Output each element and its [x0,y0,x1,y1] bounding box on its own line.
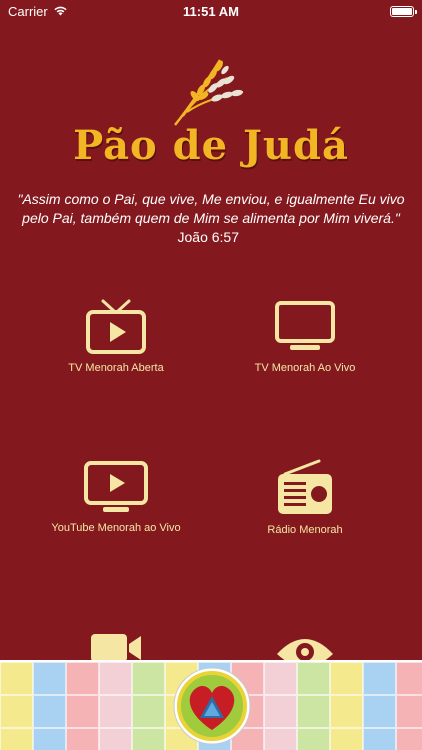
verse-reference: João 6:57 [177,229,240,245]
banner-tile [264,662,297,695]
banner-tile [132,662,165,695]
banner-tile [0,728,33,750]
banner-tile [297,728,330,750]
banner-tile [264,728,297,750]
youtube-play-icon [84,461,148,512]
banner-tile [33,662,66,695]
banner-tile [396,695,422,728]
monitor-icon [275,301,335,350]
menu-label: Rádio Menorah [267,524,343,536]
bottom-banner[interactable] [0,660,422,750]
menu-label: YouTube Menorah ao Vivo [51,522,181,534]
battery-icon [390,5,417,17]
logo-title: Pão de Judá [73,122,349,169]
wheat-icon [174,59,244,126]
banner-tile [297,662,330,695]
banner-tile [132,695,165,728]
banner-tile [363,662,396,695]
menu-tv-menorah-aberta[interactable]: TV Menorah Aberta [16,298,216,374]
app-logo: Pão de Judá [0,50,422,180]
banner-tile [396,728,422,750]
banner-tile [363,695,396,728]
menu-label: TV Menorah Aberta [68,362,164,374]
banner-tile [264,695,297,728]
banner-tile [33,728,66,750]
clock: 11:51 AM [183,3,239,19]
banner-tile [0,695,33,728]
banner-tile [330,662,363,695]
banner-tile [99,728,132,750]
banner-tile [66,662,99,695]
banner-tile [297,695,330,728]
video-camera-icon [91,634,141,662]
banner-tile [33,695,66,728]
menu-radio-menorah[interactable]: Rádio Menorah [205,458,405,536]
menu-tv-menorah-ao-vivo[interactable]: TV Menorah Ao Vivo [205,300,405,374]
banner-tile [396,662,422,695]
status-bar: Carrier 11:51 AM [0,0,422,22]
verse-quote: "Assim como o Pai, que vive, Me enviou, … [17,191,405,226]
radio-icon [278,459,332,514]
heart-logo-icon [173,667,251,745]
banner-tile [99,695,132,728]
banner-tile [363,728,396,750]
banner-tile [330,728,363,750]
banner-tile [66,695,99,728]
banner-tile [0,662,33,695]
menu-label: TV Menorah Ao Vivo [254,362,356,374]
banner-tile [132,728,165,750]
banner-tile [99,662,132,695]
banner-tile [330,695,363,728]
eye-icon [277,639,333,664]
tv-play-icon [86,299,146,354]
menu-youtube-menorah-ao-vivo[interactable]: YouTube Menorah ao Vivo [16,460,216,534]
banner-tile [66,728,99,750]
